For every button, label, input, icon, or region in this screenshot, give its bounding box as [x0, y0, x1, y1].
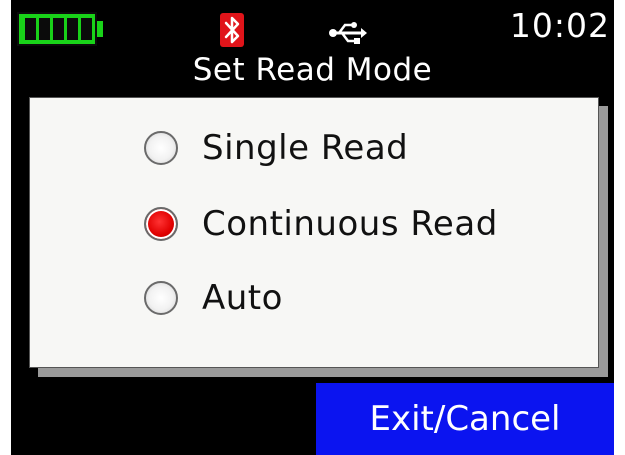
page-title: Set Read Mode	[192, 52, 433, 88]
exit-cancel-button[interactable]: Exit/Cancel	[316, 383, 614, 455]
bluetooth-icon	[220, 13, 244, 47]
device-screen: 10:02 Set Read Mode Single Read Continuo…	[11, 0, 614, 455]
option-single-read[interactable]: Single Read	[144, 126, 408, 170]
radio-selected-icon[interactable]	[144, 207, 178, 241]
radio-unselected-icon[interactable]	[144, 281, 178, 315]
battery-full-icon	[17, 12, 97, 46]
usb-icon	[327, 20, 367, 50]
battery-terminal	[97, 21, 103, 37]
option-label: Single Read	[202, 128, 409, 168]
radio-unselected-icon[interactable]	[144, 131, 178, 165]
option-label: Continuous Read	[202, 204, 498, 244]
option-auto[interactable]: Auto	[144, 276, 283, 320]
status-clock: 10:02	[509, 6, 610, 45]
read-mode-dialog: Single Read Continuous Read Auto	[29, 97, 599, 368]
option-label: Auto	[202, 278, 283, 318]
option-continuous-read[interactable]: Continuous Read	[144, 202, 498, 246]
